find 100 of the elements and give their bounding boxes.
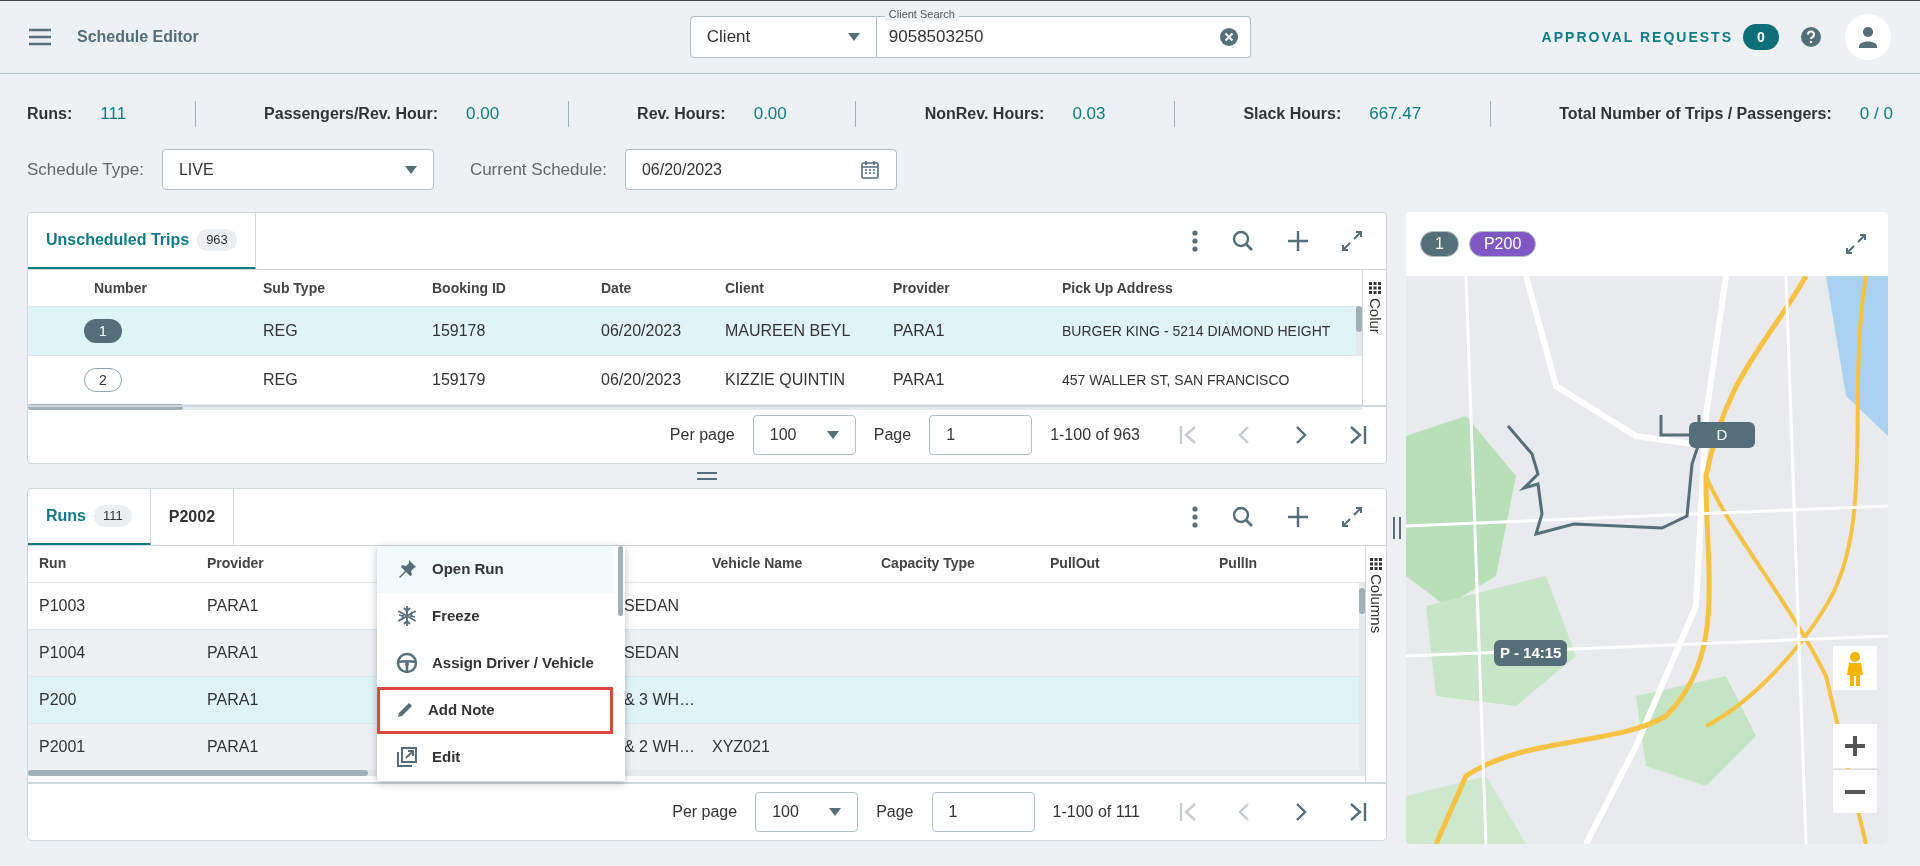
add-icon[interactable] <box>1288 506 1308 527</box>
table-cell: 159178 <box>432 322 486 339</box>
page-field[interactable]: 1 <box>931 792 1035 833</box>
column-header: Number <box>94 279 147 296</box>
stat-value: 0.00 <box>753 103 787 126</box>
table-cell: XYZ021 <box>712 737 770 755</box>
pencil-icon <box>396 701 414 720</box>
table-row[interactable]: 1 REG 159178 06/20/2023 MAUREEN BEYL PARA1 BURGER KING - 5214 DIAMOND HEIGHT <box>28 306 1356 355</box>
stat-label: Slack Hours: <box>1243 104 1342 124</box>
scrollbar[interactable] <box>28 404 183 410</box>
column-header: Vehicle Name <box>712 555 803 572</box>
column-header: Capacity Type <box>881 555 975 572</box>
date-field[interactable]: 06/20/2023 <box>624 149 897 190</box>
stat-label: NonRev. Hours: <box>924 104 1045 124</box>
per-page-dropdown[interactable]: 100 <box>755 792 859 833</box>
resize-handle-icon[interactable] <box>1392 517 1401 539</box>
help-icon[interactable] <box>1801 27 1821 47</box>
caret-icon <box>404 165 417 174</box>
pager-label: Per page <box>669 425 735 445</box>
table-cell: PARA1 <box>207 596 259 614</box>
scrollbar[interactable] <box>28 769 368 776</box>
count-badge: 0 <box>1743 24 1779 50</box>
column-header: Booking ID <box>432 279 506 296</box>
table-cell: PARA1 <box>207 737 259 755</box>
expand-icon[interactable] <box>1846 234 1866 254</box>
stat-value: 111 <box>100 103 127 126</box>
field-label: Schedule Type: <box>27 158 144 181</box>
zoom-out-button[interactable] <box>1833 769 1877 813</box>
table-cell: 06/20/2023 <box>601 371 682 388</box>
column-header: Sub Type <box>263 279 325 296</box>
scrollbar[interactable] <box>1356 306 1362 332</box>
menu-icon[interactable] <box>29 28 51 46</box>
run-chip[interactable]: P200 <box>1468 231 1537 257</box>
columns-icon <box>1370 557 1382 570</box>
map-marker[interactable]: D <box>1689 422 1755 448</box>
table-cell: MAUREEN BEYL <box>725 322 851 339</box>
stat-value: 0.00 <box>466 103 500 126</box>
search-icon[interactable] <box>1232 505 1254 528</box>
calendar-icon[interactable] <box>859 159 880 180</box>
table-cell: BURGER KING - 5214 DIAMOND HEIGHT <box>1062 323 1331 339</box>
add-icon[interactable] <box>1288 231 1308 251</box>
edit-icon <box>396 746 418 769</box>
columns-icon <box>1368 282 1381 294</box>
stat-label: Rev. Hours: <box>637 104 726 124</box>
plus-icon <box>1845 736 1865 756</box>
column-header: Run <box>39 555 67 572</box>
page-field[interactable]: 1 <box>929 415 1033 455</box>
menu-item[interactable]: Open Run <box>377 545 613 593</box>
column-header: Pick Up Address <box>1062 279 1173 296</box>
tab[interactable]: Runs 111 <box>28 489 151 545</box>
minus-icon <box>1845 789 1865 794</box>
table-cell: P2001 <box>39 737 86 755</box>
per-page-dropdown[interactable]: 100 <box>752 415 856 455</box>
pager-label: Per page <box>672 802 738 823</box>
expand-icon[interactable] <box>1342 231 1362 251</box>
caret-icon <box>829 808 842 817</box>
column-header: PullIn <box>1219 555 1258 572</box>
stat-label: Passengers/Rev. Hour: <box>264 104 439 124</box>
columns-toggle[interactable]: Columns <box>1365 545 1386 783</box>
resize-handle-icon[interactable] <box>697 472 717 480</box>
more-icon[interactable] <box>1192 230 1198 252</box>
menu-item[interactable]: Edit <box>377 733 613 781</box>
stat-value: 0 / 0 <box>1859 103 1893 126</box>
number-badge: 1 <box>84 319 122 344</box>
approval-requests-link[interactable]: APPROVAL REQUESTS <box>1541 26 1733 48</box>
pager-label: Page <box>873 425 912 445</box>
table-cell: REG <box>263 371 298 388</box>
stat-label: Runs: <box>27 104 73 124</box>
page-range: 1-100 of 963 <box>1050 425 1140 445</box>
tab[interactable]: Unscheduled Trips 963 <box>28 213 256 269</box>
zoom-in-button[interactable] <box>1833 724 1877 768</box>
menu-item[interactable]: Add Note <box>377 686 613 734</box>
search-icon[interactable] <box>1232 230 1254 252</box>
expand-icon[interactable] <box>1342 506 1362 527</box>
table-cell: 06/20/2023 <box>601 322 682 339</box>
search-type-dropdown[interactable]: Client <box>689 16 877 58</box>
page-range: 1-100 of 111 <box>1052 802 1140 823</box>
column-header: Date <box>601 279 632 296</box>
avatar-icon[interactable] <box>1845 14 1891 60</box>
column-header: Provider <box>207 555 264 572</box>
tab[interactable]: P2002 <box>150 489 235 545</box>
table-cell: P1004 <box>39 643 86 661</box>
caret-icon <box>847 33 860 41</box>
table-cell: REG <box>263 322 298 339</box>
field-label: Current Schedule: <box>469 158 607 181</box>
more-icon[interactable] <box>1192 505 1198 528</box>
clear-icon[interactable] <box>1219 28 1238 46</box>
pager-label: Page <box>876 802 914 823</box>
scrollbar[interactable] <box>618 545 623 616</box>
table-cell: 159179 <box>432 371 486 388</box>
table-cell: KIZZIE QUINTIN <box>725 371 845 388</box>
map-marker[interactable]: P - 14:15 <box>1494 640 1568 666</box>
scrollbar[interactable] <box>1359 587 1365 614</box>
columns-toggle[interactable]: Colur <box>1362 270 1386 405</box>
schedule-type-dropdown[interactable]: LIVE <box>161 149 434 190</box>
page-title: Schedule Editor <box>77 27 199 47</box>
stat-label: Total Number of Trips / Passengers: <box>1559 104 1832 124</box>
caret-icon <box>826 431 839 439</box>
table-cell: 457 WALLER ST, SAN FRANCISCO <box>1062 372 1290 388</box>
run-chip[interactable]: 1 <box>1420 231 1459 257</box>
